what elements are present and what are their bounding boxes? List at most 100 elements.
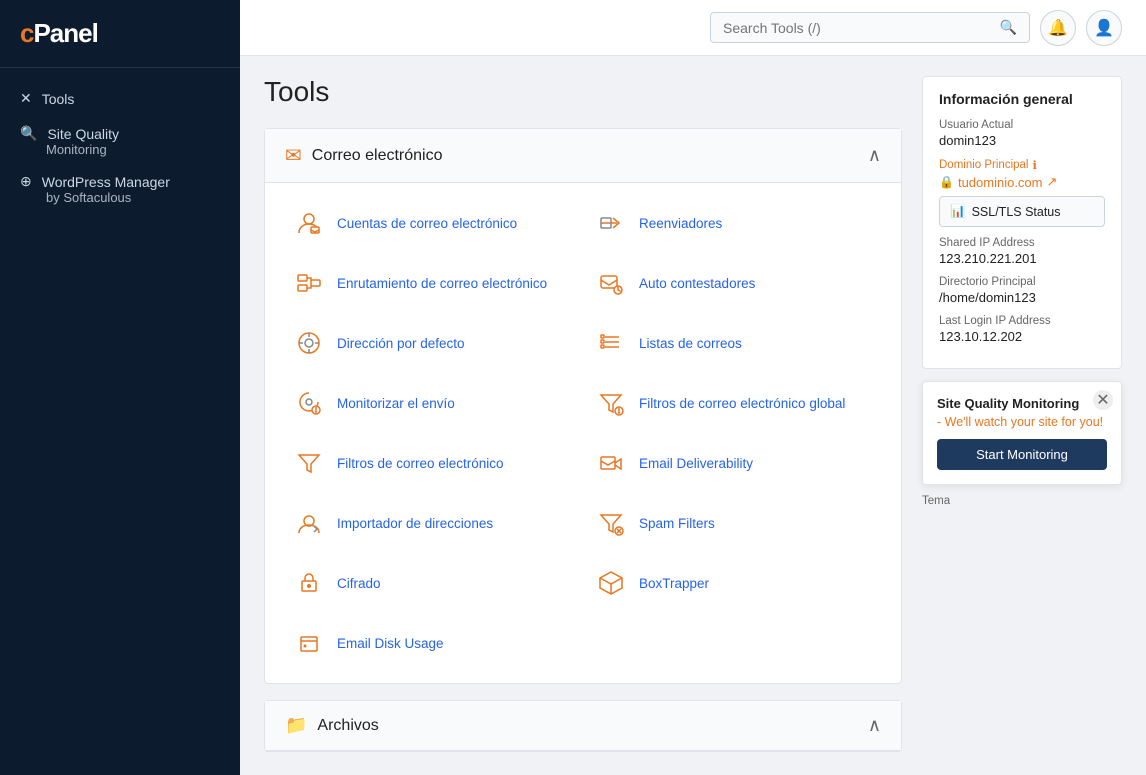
section-archivos-title: Archivos xyxy=(317,717,378,735)
tool-listas-label: Listas de correos xyxy=(639,336,742,351)
tool-cuentas-correo-label: Cuentas de correo electrónico xyxy=(337,216,517,231)
search-bar[interactable]: 🔍 xyxy=(710,12,1030,43)
section-archivos-collapse[interactable]: ∧ xyxy=(868,715,881,736)
nav-items: ✕ Tools 🔍 Site Quality Monitoring ⊕ Word… xyxy=(0,68,240,225)
tool-importador-icon xyxy=(291,505,327,541)
tool-direccion-label: Dirección por defecto xyxy=(337,336,465,351)
sidebar-site-quality-label: Site Quality xyxy=(47,126,119,142)
section-correo-body: Cuentas de correo electrónico Reenviador… xyxy=(265,183,901,683)
section-correo-collapse[interactable]: ∧ xyxy=(868,145,881,166)
tool-spam-filters-icon xyxy=(593,505,629,541)
tool-disk-usage-label: Email Disk Usage xyxy=(337,636,444,651)
sqm-start-monitoring-button[interactable]: Start Monitoring xyxy=(937,439,1107,470)
shared-ip-value: 123.210.221.201 xyxy=(939,251,1105,266)
info-card-title: Información general xyxy=(939,91,1105,107)
tool-filtros-global-label: Filtros de correo electrónico global xyxy=(639,396,845,411)
bell-icon: 🔔 xyxy=(1048,18,1068,38)
main-area: 🔍 🔔 👤 Tools ✉ Correo electrónico ∧ xyxy=(240,0,1146,775)
tool-cuentas-correo[interactable]: Cuentas de correo electrónico xyxy=(281,193,583,253)
sqm-popup-close-button[interactable]: ✕ xyxy=(1093,390,1113,410)
last-login-label: Last Login IP Address xyxy=(939,315,1105,327)
lock-icon: 🔒 xyxy=(939,175,954,189)
sidebar-wordpress-sub: by Softaculous xyxy=(20,190,220,205)
search-input[interactable] xyxy=(723,20,992,36)
tool-deliverability-icon xyxy=(593,445,629,481)
section-correo-title-area: ✉ Correo electrónico xyxy=(285,143,443,168)
tool-deliverability[interactable]: Email Deliverability xyxy=(583,433,885,493)
tool-deliverability-label: Email Deliverability xyxy=(639,456,753,471)
tool-monitorizar-icon xyxy=(291,385,327,421)
tool-enrutamiento-icon xyxy=(291,265,327,301)
tool-importador[interactable]: Importador de direcciones xyxy=(281,493,583,553)
search-icon: 🔍 xyxy=(20,125,37,142)
content-area: Tools ✉ Correo electrónico ∧ xyxy=(240,56,1146,775)
tool-boxtrapper-label: BoxTrapper xyxy=(639,576,709,591)
tool-listas-correos[interactable]: Listas de correos xyxy=(583,313,885,373)
cpanel-logo-text: cPanel xyxy=(20,18,98,49)
tool-reenviadores-label: Reenviadores xyxy=(639,216,722,231)
sqm-popup: ✕ Site Quality Monitoring - We'll watch … xyxy=(922,381,1122,485)
section-archivos: 📁 Archivos ∧ xyxy=(264,700,902,752)
tool-filtros-email-label: Filtros de correo electrónico xyxy=(337,456,504,471)
user-menu-button[interactable]: 👤 xyxy=(1086,10,1122,46)
last-login-value: 123.10.12.202 xyxy=(939,329,1105,344)
last-login-row: Last Login IP Address 123.10.12.202 xyxy=(939,315,1105,344)
directorio-row: Directorio Principal /home/domin123 xyxy=(939,276,1105,305)
tool-reenviadores-icon xyxy=(593,205,629,241)
section-correo: ✉ Correo electrónico ∧ xyxy=(264,128,902,684)
usuario-row: Usuario Actual domin123 xyxy=(939,119,1105,148)
tema-row: Tema xyxy=(922,495,1122,507)
sqm-popup-desc-highlight: - We'll xyxy=(937,415,971,429)
sqm-popup-desc: - We'll watch your site for you! xyxy=(937,415,1107,429)
header: 🔍 🔔 👤 xyxy=(240,0,1146,56)
tool-importador-label: Importador de direcciones xyxy=(337,516,493,531)
dominio-label: Dominio Principal ℹ xyxy=(939,158,1105,172)
info-icon: ℹ xyxy=(1032,158,1036,172)
sidebar-item-site-quality[interactable]: 🔍 Site Quality Monitoring xyxy=(0,117,240,165)
tool-spam-filters[interactable]: Spam Filters xyxy=(583,493,885,553)
tool-filtros-email[interactable]: Filtros de correo electrónico xyxy=(281,433,583,493)
section-archivos-header: 📁 Archivos ∧ xyxy=(265,701,901,751)
tool-boxtrapper[interactable]: BoxTrapper xyxy=(583,553,885,613)
tool-reenviadores[interactable]: Reenviadores xyxy=(583,193,885,253)
tool-monitorizar[interactable]: Monitorizar el envío xyxy=(281,373,583,433)
tools-icon: ✕ xyxy=(20,90,32,107)
tool-autocontestadores[interactable]: Auto contestadores xyxy=(583,253,885,313)
tool-autocontestadores-label: Auto contestadores xyxy=(639,276,755,291)
left-panel: Tools ✉ Correo electrónico ∧ xyxy=(264,76,902,755)
tool-monitorizar-label: Monitorizar el envío xyxy=(337,396,455,411)
sidebar-item-tools[interactable]: ✕ Tools xyxy=(0,80,240,117)
external-link-icon: ↗ xyxy=(1047,174,1058,190)
dominio-link[interactable]: tudominio.com ↗ xyxy=(958,174,1057,190)
tool-filtros-global[interactable]: Filtros de correo electrónico global xyxy=(583,373,885,433)
sidebar-item-wordpress[interactable]: ⊕ WordPress Manager by Softaculous xyxy=(0,165,240,213)
search-icon[interactable]: 🔍 xyxy=(1000,19,1017,36)
user-icon: 👤 xyxy=(1094,18,1114,38)
tool-enrutamiento[interactable]: Enrutamiento de correo electrónico xyxy=(281,253,583,313)
page-title: Tools xyxy=(264,76,902,108)
tema-label: Tema xyxy=(922,495,1122,507)
tool-direccion-defecto[interactable]: Dirección por defecto xyxy=(281,313,583,373)
tool-cifrado-icon xyxy=(291,565,327,601)
section-archivos-title-area: 📁 Archivos xyxy=(285,715,379,736)
tool-cuentas-correo-icon xyxy=(291,205,327,241)
tool-disk-usage[interactable]: Email Disk Usage xyxy=(281,613,583,673)
notifications-button[interactable]: 🔔 xyxy=(1040,10,1076,46)
directorio-label: Directorio Principal xyxy=(939,276,1105,288)
section-correo-header: ✉ Correo electrónico ∧ xyxy=(265,129,901,183)
email-envelope-icon: ✉ xyxy=(285,143,302,168)
info-card: Información general Usuario Actual domin… xyxy=(922,76,1122,369)
sidebar: cPanel ✕ Tools 🔍 Site Quality Monitoring… xyxy=(0,0,240,775)
shared-ip-row: Shared IP Address 123.210.221.201 xyxy=(939,237,1105,266)
usuario-value: domin123 xyxy=(939,133,1105,148)
dominio-row: Dominio Principal ℹ 🔒 tudominio.com ↗ 📊 … xyxy=(939,158,1105,227)
tool-direccion-icon xyxy=(291,325,327,361)
tool-spam-filters-label: Spam Filters xyxy=(639,516,715,531)
sidebar-wordpress-label: WordPress Manager xyxy=(42,174,170,190)
chart-icon: 📊 xyxy=(950,204,966,219)
cpanel-logo[interactable]: cPanel xyxy=(20,18,220,49)
tool-filtros-email-icon xyxy=(291,445,327,481)
tool-cifrado[interactable]: Cifrado xyxy=(281,553,583,613)
sidebar-tools-label: Tools xyxy=(42,91,75,107)
ssl-tls-button[interactable]: 📊 SSL/TLS Status xyxy=(939,196,1105,227)
